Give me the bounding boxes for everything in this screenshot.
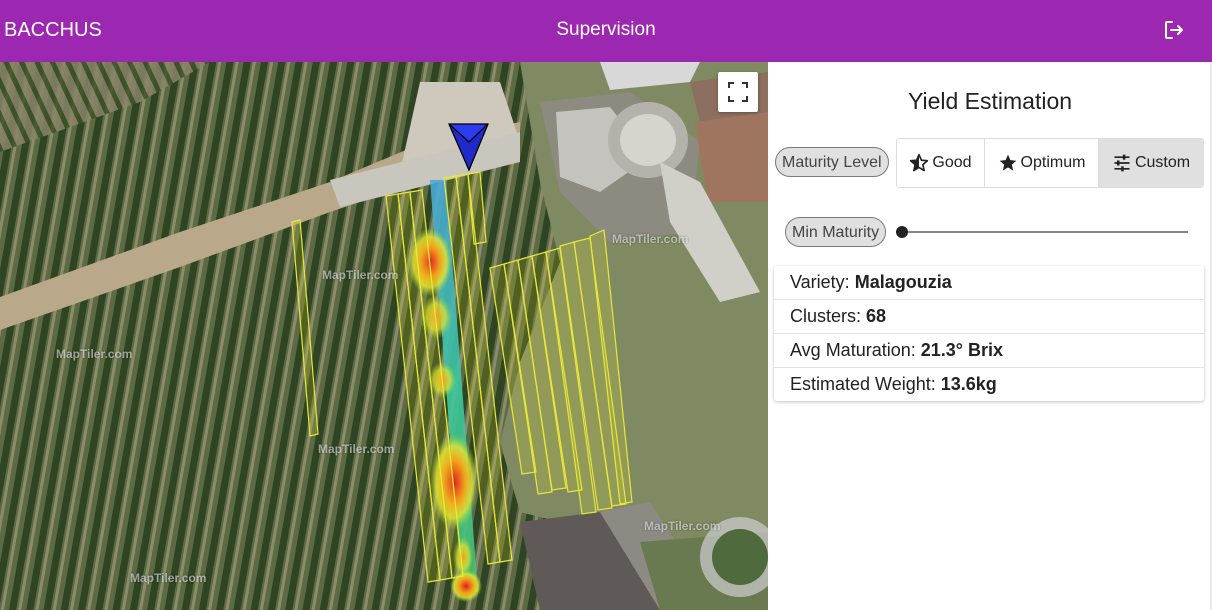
- maturation-row: Avg Maturation: 21.3° Brix: [774, 334, 1204, 368]
- map-watermark: MapTiler.com: [130, 571, 207, 585]
- fullscreen-icon: [728, 82, 748, 102]
- clusters-row: Clusters: 68: [774, 300, 1204, 334]
- variety-value: Malagouzia: [854, 272, 952, 292]
- slider-track: [902, 231, 1188, 233]
- map-watermark: MapTiler.com: [644, 519, 721, 533]
- clusters-label: Clusters:: [790, 306, 862, 326]
- min-maturity-slider[interactable]: [896, 218, 1188, 246]
- maturity-optimum-label: Optimum: [1020, 154, 1086, 171]
- fullscreen-button[interactable]: [718, 72, 758, 112]
- half-star-icon: [910, 153, 929, 172]
- tune-icon: [1114, 154, 1130, 172]
- star-icon: [999, 154, 1016, 171]
- yield-info-card: Variety: Malagouzia Clusters: 68 Avg Mat…: [774, 266, 1204, 401]
- maturity-level-chip: Maturity Level: [775, 147, 889, 177]
- slider-thumb[interactable]: [896, 226, 908, 238]
- maturity-good-button[interactable]: Good: [897, 139, 985, 187]
- weight-row: Estimated Weight: 13.6kg: [774, 368, 1204, 401]
- maturity-good-label: Good: [932, 154, 972, 171]
- yield-panel: Yield Estimation Maturity Level Good Opt…: [768, 62, 1212, 610]
- weight-label: Estimated Weight:: [790, 374, 936, 394]
- panel-title: Yield Estimation: [907, 88, 1073, 114]
- maturity-level-toggle: Good Optimum Custom: [896, 138, 1204, 188]
- app-brand[interactable]: BACCHUS: [4, 19, 102, 42]
- page-title: Supervision: [556, 19, 656, 40]
- maturity-custom-label: Custom: [1134, 154, 1191, 171]
- variety-label: Variety:: [790, 272, 850, 292]
- map-view[interactable]: MapTiler.com MapTiler.com MapTiler.com M…: [0, 62, 768, 610]
- maturity-optimum-button[interactable]: Optimum: [985, 139, 1099, 187]
- maturity-custom-button[interactable]: Custom: [1099, 139, 1203, 187]
- variety-row: Variety: Malagouzia: [774, 266, 1204, 300]
- min-maturity-chip: Min Maturity: [785, 217, 887, 247]
- map-watermark: MapTiler.com: [612, 232, 689, 246]
- maturation-label: Avg Maturation:: [790, 340, 916, 360]
- map-watermark: MapTiler.com: [318, 442, 395, 456]
- logout-icon[interactable]: [1162, 18, 1186, 42]
- maturation-value: 21.3° Brix: [920, 340, 1004, 360]
- app-bar: BACCHUS Supervision: [0, 0, 1212, 62]
- map-watermark: MapTiler.com: [322, 268, 399, 282]
- clusters-value: 68: [866, 306, 887, 326]
- weight-value: 13.6kg: [940, 374, 997, 394]
- map-watermark: MapTiler.com: [56, 347, 133, 361]
